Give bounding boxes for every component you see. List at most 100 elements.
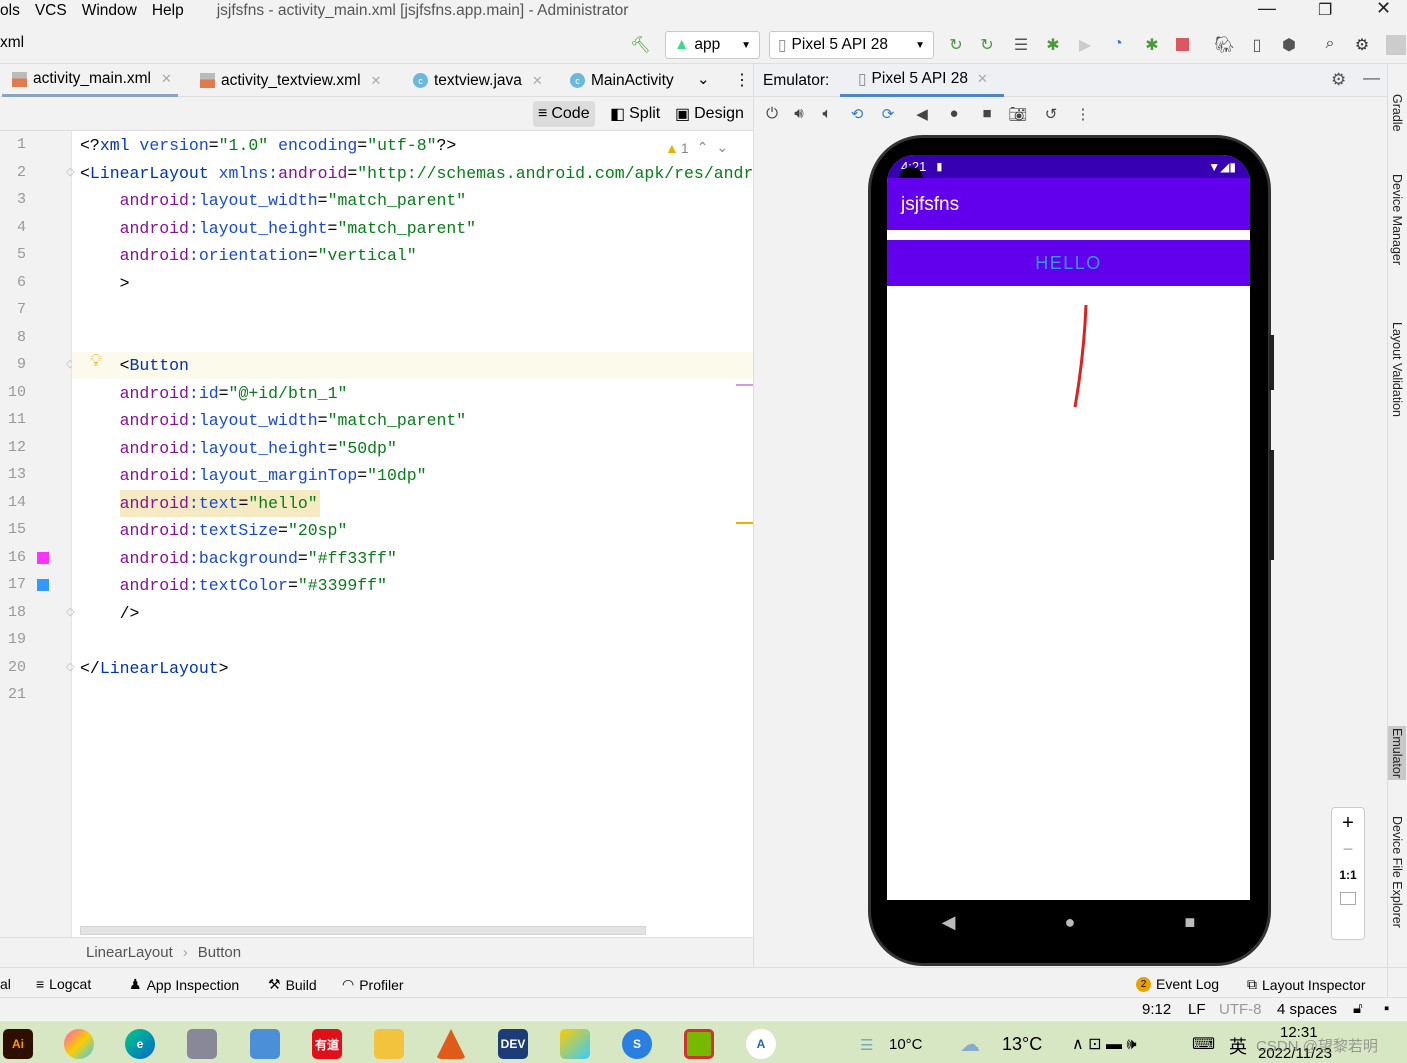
tool-build[interactable]: ⚒ Build xyxy=(268,976,317,993)
menu-tools[interactable]: ols xyxy=(0,2,20,20)
profile-icon[interactable]: ▶ xyxy=(1075,35,1095,55)
edge-icon[interactable]: e xyxy=(125,1029,155,1059)
youdao-icon[interactable]: 有道 xyxy=(312,1029,342,1059)
matlab-icon[interactable] xyxy=(436,1029,466,1059)
code-mode-button[interactable]: ≡ Code xyxy=(533,101,595,127)
close-icon[interactable]: ✕ xyxy=(532,73,543,89)
nav-overview-icon[interactable]: ■ xyxy=(1185,912,1196,933)
notepad-app-icon[interactable] xyxy=(560,1029,590,1059)
illustrator-app-icon[interactable]: Ai xyxy=(3,1029,33,1059)
menu-vcs[interactable]: VCS xyxy=(35,2,67,20)
design-mode-button[interactable]: ▣ Design xyxy=(670,101,749,127)
crumb-button[interactable]: Button xyxy=(198,944,241,961)
weather-temp-2[interactable]: 13°C xyxy=(1002,1034,1042,1055)
debug-icon[interactable]: ✱ xyxy=(1043,35,1063,55)
indent-setting[interactable]: 4 spaces xyxy=(1277,1001,1337,1018)
gear-icon[interactable]: ⚙ xyxy=(1331,70,1346,90)
devcpp-icon[interactable]: DEV xyxy=(498,1029,528,1059)
ime-indicator[interactable]: 英 xyxy=(1229,1033,1247,1059)
home-icon[interactable]: ● xyxy=(944,105,964,122)
color-swatch-icon[interactable] xyxy=(37,551,49,564)
zoom-actual-size-button[interactable]: 1:1 xyxy=(1332,868,1364,882)
notification-icon[interactable]: ▪ xyxy=(1384,1000,1389,1017)
rotate-right-icon[interactable]: ⟳ xyxy=(878,105,898,123)
inspection-widget[interactable]: ▲ 1 ⌃ ⌄ xyxy=(665,139,728,156)
snapshot-icon[interactable]: ↺ xyxy=(1041,105,1061,123)
tool-terminal[interactable]: al xyxy=(0,976,11,992)
tool-layout-inspector[interactable]: ⧉ Layout Inspector xyxy=(1247,976,1366,993)
menu-help[interactable]: Help xyxy=(152,2,184,20)
laptop-app-icon[interactable] xyxy=(250,1029,280,1059)
nav-breadcrumb[interactable]: xml xyxy=(0,34,24,52)
search-icon[interactable]: ⌕ xyxy=(1320,35,1340,53)
weather-temp-1[interactable]: 10°C xyxy=(889,1036,923,1053)
tool-app-inspection[interactable]: ♟ App Inspection xyxy=(129,976,239,993)
lightbulb-icon[interactable]: 💡︎ xyxy=(90,351,102,371)
power-side-button[interactable] xyxy=(1269,335,1274,390)
unlock-icon[interactable]: 🔓︎ xyxy=(1353,1000,1363,1017)
tray-chevron-up-icon[interactable]: ∧ ⊡ ▬ 🕪︎ xyxy=(1072,1034,1137,1054)
volume-down-icon[interactable]: 🔈︎ xyxy=(817,105,837,122)
gradle-sync-icon[interactable]: 🐘︎ xyxy=(1214,35,1234,55)
avatar[interactable] xyxy=(1386,35,1406,55)
file-explorer-icon[interactable] xyxy=(374,1029,404,1059)
chevron-down-icon[interactable]: ⌄ xyxy=(716,139,728,156)
color-swatch-icon[interactable] xyxy=(37,579,49,591)
split-mode-button[interactable]: ◧ Split xyxy=(605,101,665,127)
menu-window[interactable]: Window xyxy=(82,2,137,20)
warning-stripe-mark[interactable] xyxy=(736,522,753,524)
tab-activity_textview-xml[interactable]: activity_textview.xml ✕ xyxy=(200,64,381,97)
keyboard-icon[interactable]: ⌨ xyxy=(1192,1034,1215,1054)
device-manager-icon[interactable]: ▯ xyxy=(1247,35,1267,55)
error-stripe-mark[interactable] xyxy=(736,384,753,386)
computer-app-icon[interactable] xyxy=(187,1029,217,1059)
zoom-in-button[interactable]: + xyxy=(1332,812,1364,835)
sidebar-device-manager[interactable]: Device Manager xyxy=(1390,174,1404,265)
chevron-up-icon[interactable]: ⌃ xyxy=(697,139,709,156)
file-encoding[interactable]: UTF-8 xyxy=(1219,1001,1262,1018)
build-hammer-icon[interactable]: 🔨︎ xyxy=(630,35,650,55)
sidebar-device-file-explorer[interactable]: Device File Explorer xyxy=(1390,816,1404,928)
caret-position[interactable]: 9:12 xyxy=(1142,1001,1171,1018)
sidebar-gradle[interactable]: Gradle xyxy=(1390,94,1404,132)
overview-icon[interactable]: ■ xyxy=(977,105,997,122)
sidebar-layout-validation[interactable]: Layout Validation xyxy=(1390,322,1404,417)
volume-up-icon[interactable]: 🔊︎ xyxy=(789,105,809,122)
more-tabs-icon[interactable]: ⋮ xyxy=(734,70,750,90)
tool-event-log[interactable]: 2 Event Log xyxy=(1136,976,1219,992)
tab-activity_main-xml[interactable]: activity_main.xml ✕ xyxy=(2,64,178,97)
close-window-button[interactable]: ✕ xyxy=(1376,0,1391,19)
tool-profiler[interactable]: ◠ Profiler xyxy=(342,976,404,993)
profiler-gauge-icon[interactable]: ◔ xyxy=(1108,35,1128,53)
code-editor[interactable]: 1 2 3 4 5 6 7 8 9 10 11 12 13 14 15 16 17 18 19 20 21 ◇ ◇ ◇ ◇ <?… xyxy=(0,130,793,938)
fold-marker-icon[interactable]: ◇ xyxy=(66,660,74,673)
device-select[interactable]: ▯ Pixel 5 API 28 ▼ xyxy=(769,31,934,59)
tab-list-chevron-icon[interactable]: ⌄ xyxy=(697,70,710,88)
attach-debugger-icon[interactable]: ✱ xyxy=(1142,35,1162,55)
logcat-format-icon[interactable]: ☰ xyxy=(1011,35,1031,55)
zoom-fit-icon[interactable] xyxy=(1340,892,1356,905)
horizontal-scrollbar[interactable] xyxy=(80,926,646,935)
sidebar-emulator[interactable]: Emulator xyxy=(1388,726,1406,781)
volume-side-button[interactable] xyxy=(1269,450,1274,560)
sdk-manager-icon[interactable]: ⬢ xyxy=(1279,35,1299,55)
screenshot-icon[interactable]: 📷︎ xyxy=(1008,105,1028,123)
close-icon[interactable]: ✕ xyxy=(371,73,382,89)
sogou-icon[interactable]: S xyxy=(622,1029,652,1059)
fold-marker-icon[interactable]: ◇ xyxy=(66,605,74,618)
tool-logcat[interactable]: ≡ Logcat xyxy=(36,976,91,992)
hide-icon[interactable]: — xyxy=(1363,68,1380,88)
minimize-button[interactable]: — xyxy=(1258,0,1276,19)
crumb-linearlayout[interactable]: LinearLayout xyxy=(86,944,173,961)
power-icon[interactable]: ⏻ xyxy=(762,105,782,122)
close-icon[interactable]: ✕ xyxy=(977,71,988,87)
nvidia-icon[interactable] xyxy=(684,1029,714,1059)
restore-button[interactable]: ❐ xyxy=(1318,0,1332,20)
phone-screen[interactable]: 4:21 ▮ ▼◢▮ jsjfsfns HELLO xyxy=(887,155,1250,900)
run-config-select[interactable]: ▲ app ▼ xyxy=(665,31,760,59)
app-icon[interactable] xyxy=(64,1029,94,1059)
fold-marker-icon[interactable]: ◇ xyxy=(66,165,74,178)
tab-pixel-5[interactable]: ▯ Pixel 5 API 28 ✕ xyxy=(840,64,1004,97)
line-separator[interactable]: LF xyxy=(1188,1001,1206,1018)
apply-code-changes-icon[interactable]: ↻ xyxy=(977,35,997,55)
